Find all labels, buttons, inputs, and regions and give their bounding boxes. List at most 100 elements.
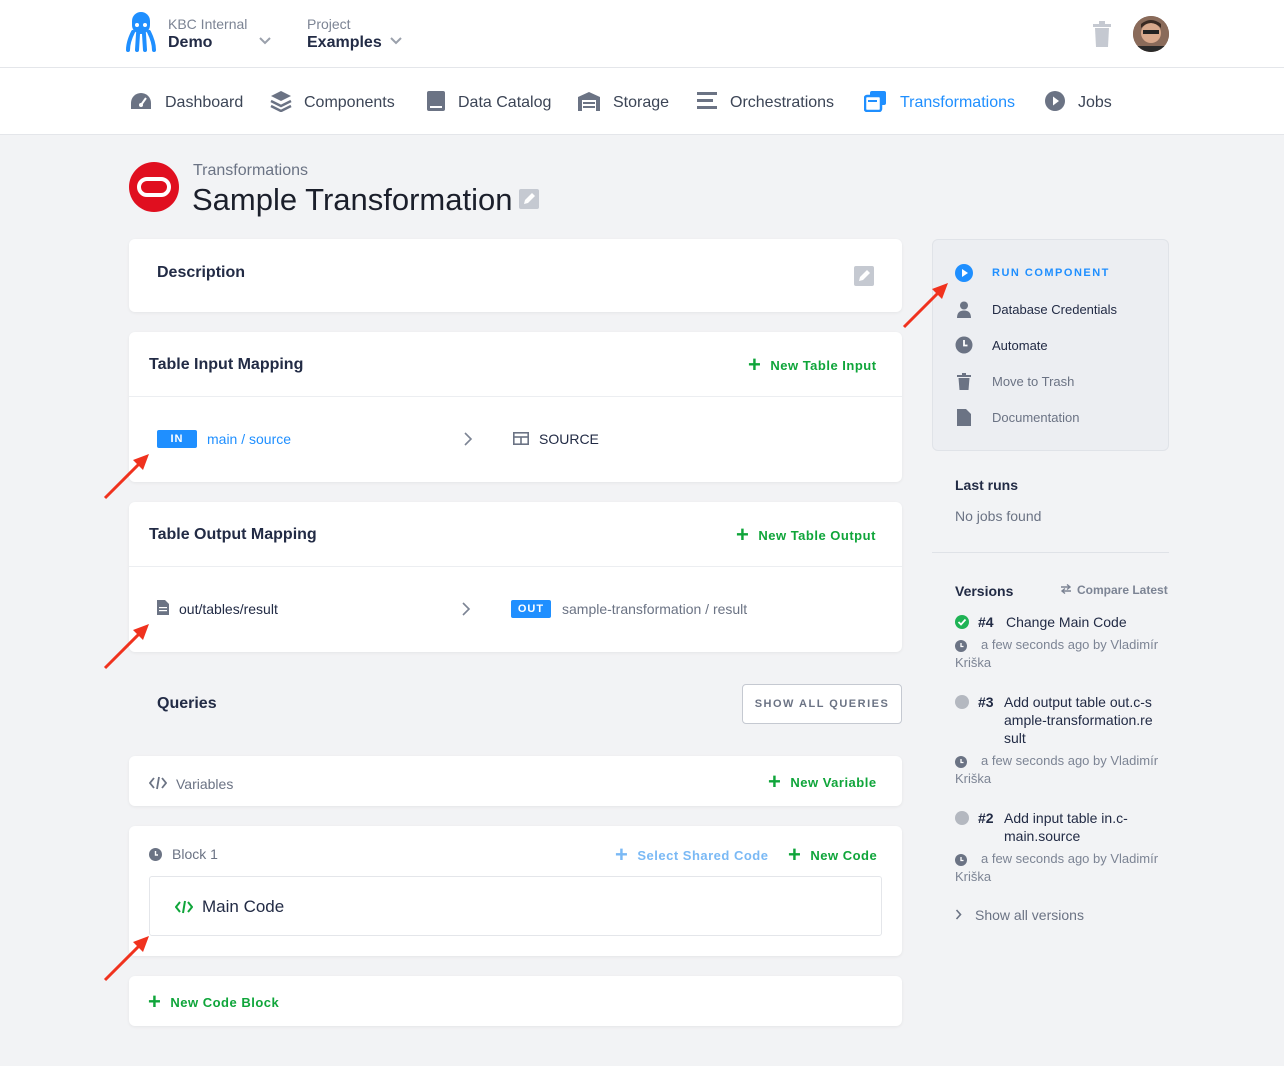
trash-icon[interactable] xyxy=(1091,21,1113,52)
project-selector[interactable]: Examples xyxy=(307,34,382,52)
chevron-right-icon xyxy=(461,602,471,621)
plus-icon: + xyxy=(748,352,762,377)
move-to-trash-label: Move to Trash xyxy=(992,373,1075,389)
version-number[interactable]: #2 xyxy=(978,809,994,827)
breadcrumb[interactable]: Transformations xyxy=(193,162,308,180)
exchange-icon xyxy=(1060,583,1072,597)
input-mapping-title: Table Input Mapping xyxy=(149,356,304,373)
new-table-input-button[interactable]: + New Table Input xyxy=(748,354,877,376)
org-selector[interactable]: Demo xyxy=(168,34,212,52)
version-meta: a few seconds ago by Vladimír Kriška xyxy=(955,753,1159,786)
oracle-logo-icon xyxy=(129,162,179,217)
version-status-icon xyxy=(955,811,969,825)
version-number[interactable]: #4 xyxy=(978,613,994,631)
new-table-output-label: New Table Output xyxy=(758,527,876,543)
nav-label: Components xyxy=(304,94,395,111)
run-component-label: RUN COMPONENT xyxy=(992,267,1110,279)
new-variable-button[interactable]: + New Variable xyxy=(768,771,877,793)
variables-card: Variables + New Variable xyxy=(129,756,902,806)
version-title[interactable]: Add output table out.c-sample-transforma… xyxy=(1004,693,1154,747)
nav-dashboard[interactable]: Dashboard xyxy=(129,90,243,116)
edit-description-icon[interactable] xyxy=(854,266,874,291)
main-code-row[interactable]: Main Code xyxy=(149,876,882,936)
new-code-button[interactable]: + New Code xyxy=(788,844,877,866)
output-mapping-card: Table Output Mapping + New Table Output … xyxy=(129,502,902,652)
version-number[interactable]: #3 xyxy=(978,693,994,711)
version-title[interactable]: Change Main Code xyxy=(1006,613,1166,631)
dashboard-icon xyxy=(129,91,165,116)
book-icon xyxy=(426,90,458,117)
output-destination-link[interactable]: sample-transformation / result xyxy=(562,601,747,617)
divider xyxy=(129,566,902,567)
table-icon xyxy=(513,432,529,450)
output-source[interactable]: out/tables/result xyxy=(179,601,278,617)
new-table-output-button[interactable]: + New Table Output xyxy=(736,524,876,546)
description-title: Description xyxy=(157,264,246,281)
nav-components[interactable]: Components xyxy=(270,90,395,116)
org-label: KBC Internal xyxy=(168,16,248,32)
project-label: Project xyxy=(307,16,351,32)
automate-label: Automate xyxy=(992,337,1048,353)
main-code-label: Main Code xyxy=(202,897,285,916)
automate-button[interactable]: Automate xyxy=(955,336,1048,354)
annotation-arrow-icon xyxy=(902,283,948,329)
version-title[interactable]: Add input table in.c-main.source xyxy=(1004,809,1154,845)
description-card: Description xyxy=(129,239,902,312)
select-shared-code-button[interactable]: + Select Shared Code xyxy=(615,844,768,866)
out-badge: OUT xyxy=(511,600,551,618)
output-mapping-title: Table Output Mapping xyxy=(149,526,317,543)
documentation-button[interactable]: Documentation xyxy=(955,408,1079,426)
compare-latest-label: Compare Latest xyxy=(1077,583,1168,597)
divider xyxy=(129,396,902,397)
page-title: Sample Transformation xyxy=(192,182,513,217)
keboola-logo-icon[interactable] xyxy=(126,12,156,54)
transform-icon xyxy=(863,90,900,117)
show-all-versions-button[interactable]: Show all versions xyxy=(955,907,1084,923)
version-meta: a few seconds ago by Vladimír Kriška xyxy=(955,851,1159,884)
avatar[interactable] xyxy=(1133,16,1169,52)
chevron-down-icon[interactable] xyxy=(258,34,272,53)
show-all-versions-label: Show all versions xyxy=(975,907,1084,923)
input-mapping-card: Table Input Mapping + New Table Input IN… xyxy=(129,332,902,482)
plus-icon: + xyxy=(736,522,750,547)
user-icon xyxy=(955,300,973,318)
new-table-input-label: New Table Input xyxy=(770,357,877,373)
database-credentials-button[interactable]: Database Credentials xyxy=(955,300,1117,318)
version-status-icon xyxy=(955,695,969,709)
version-status-icon xyxy=(955,615,969,634)
new-code-block-card[interactable]: + New Code Block xyxy=(129,976,902,1026)
new-code-block-button[interactable]: + New Code Block xyxy=(148,991,279,1013)
bars-icon xyxy=(696,91,730,116)
version-meta: a few seconds ago by Vladimír Kriška xyxy=(955,637,1159,670)
versions-title: Versions xyxy=(955,583,1014,599)
move-to-trash-button[interactable]: Move to Trash xyxy=(955,372,1074,390)
annotation-arrow-icon xyxy=(103,936,149,982)
show-all-queries-button[interactable]: SHOW ALL QUERIES xyxy=(742,684,902,724)
nav-transformations[interactable]: Transformations xyxy=(863,90,1015,117)
input-destination[interactable]: SOURCE xyxy=(539,431,599,447)
queries-title: Queries xyxy=(157,695,217,712)
nav-data-catalog[interactable]: Data Catalog xyxy=(426,90,551,116)
compare-latest-button[interactable]: Compare Latest xyxy=(1060,583,1168,597)
variables-label[interactable]: Variables xyxy=(176,776,233,792)
database-credentials-label: Database Credentials xyxy=(992,301,1118,317)
last-runs-empty: No jobs found xyxy=(955,508,1042,524)
clock-icon xyxy=(955,336,973,354)
nav-storage[interactable]: Storage xyxy=(577,90,669,116)
chevron-down-icon[interactable] xyxy=(389,34,403,53)
clock-icon xyxy=(149,848,162,866)
new-variable-label: New Variable xyxy=(790,774,877,790)
last-runs-title: Last runs xyxy=(955,477,1019,493)
edit-title-icon[interactable] xyxy=(519,189,539,214)
chevron-right-icon xyxy=(463,432,473,451)
nav-label: Orchestrations xyxy=(730,94,835,111)
input-source-link[interactable]: main / source xyxy=(207,431,291,447)
plus-icon: + xyxy=(788,842,802,867)
code-icon xyxy=(148,776,168,795)
block-label[interactable]: Block 1 xyxy=(172,846,218,862)
run-component-button[interactable]: RUN COMPONENT xyxy=(955,264,1110,282)
nav-orchestrations[interactable]: Orchestrations xyxy=(696,90,834,116)
plus-icon: + xyxy=(768,769,782,794)
nav-jobs[interactable]: Jobs xyxy=(1044,90,1112,116)
code-block-card: Block 1 + Select Shared Code + New Code … xyxy=(129,826,902,956)
